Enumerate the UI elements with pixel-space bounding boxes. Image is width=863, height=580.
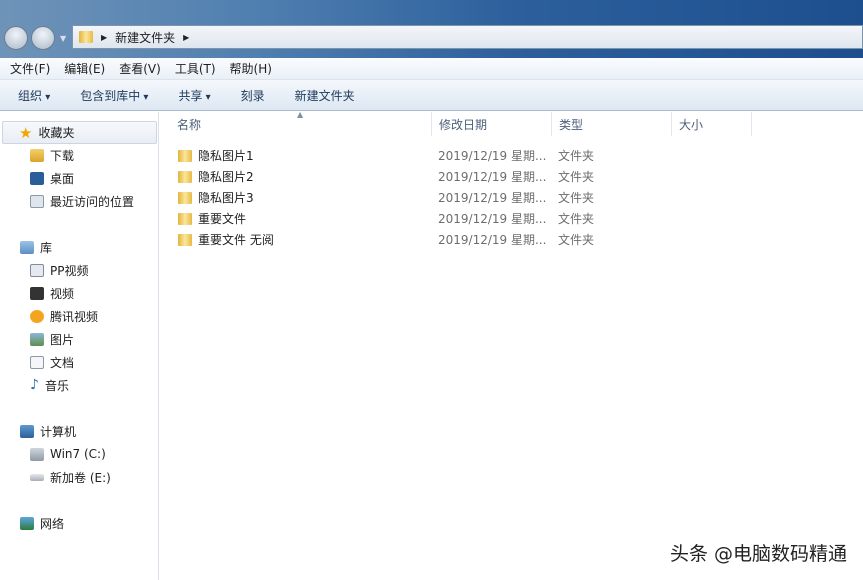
sidebar-item-video[interactable]: 视频 [30, 283, 74, 303]
forward-button[interactable] [31, 26, 55, 50]
file-row[interactable]: 重要文件 无阅 2019/12/19 星期... 文件夹 [160, 229, 610, 250]
recent-icon [30, 194, 44, 208]
file-row[interactable]: 重要文件 2019/12/19 星期... 文件夹 [160, 208, 610, 229]
sidebar-favorites[interactable]: ★ 收藏夹 [2, 121, 157, 144]
file-list: ▲ 名称 修改日期 类型 大小 隐私图片1 2019/12/19 星期... 文件夹… [160, 110, 863, 580]
share-button[interactable]: 共享 [178, 87, 210, 104]
drive-icon [30, 447, 44, 461]
column-header-name[interactable]: 名称 [170, 112, 432, 136]
sidebar-item-downloads[interactable]: 下载 [30, 145, 74, 165]
menu-view[interactable]: 查看(V) [119, 60, 161, 77]
folder-icon [178, 233, 192, 246]
burn-button[interactable]: 刻录 [241, 87, 265, 104]
sidebar-network[interactable]: 网络 [20, 513, 64, 533]
folder-icon [178, 149, 192, 162]
menu-file[interactable]: 文件(F) [10, 60, 50, 77]
column-header-size[interactable]: 大小 [672, 112, 752, 136]
organize-button[interactable]: 组织 [18, 87, 50, 104]
new-folder-button[interactable]: 新建文件夹 [295, 87, 355, 104]
library-icon [20, 240, 34, 254]
sidebar-item-music[interactable]: ♪ 音乐 [30, 375, 69, 395]
folder-icon [79, 31, 93, 43]
include-in-library-button[interactable]: 包含到库中 [80, 87, 148, 104]
picture-icon [30, 332, 44, 346]
sidebar-item-pictures[interactable]: 图片 [30, 329, 74, 349]
computer-icon [20, 424, 34, 438]
sidebar-computer[interactable]: 计算机 [20, 421, 76, 441]
menu-tools[interactable]: 工具(T) [175, 60, 216, 77]
network-icon [20, 516, 34, 530]
file-row[interactable]: 隐私图片2 2019/12/19 星期... 文件夹 [160, 166, 610, 187]
folder-icon [178, 191, 192, 204]
sidebar-item-drive-e[interactable]: 新加卷 (E:) [30, 467, 111, 487]
sidebar-item-recent[interactable]: 最近访问的位置 [30, 191, 134, 211]
sidebar-item-pp-video[interactable]: PP视频 [30, 260, 88, 280]
download-icon [30, 148, 44, 162]
file-row[interactable]: 隐私图片1 2019/12/19 星期... 文件夹 [160, 145, 610, 166]
video-icon [30, 263, 44, 277]
folder-icon [178, 212, 192, 225]
title-bar: ▼ ▶ 新建文件夹 ▶ [0, 0, 863, 58]
menu-help[interactable]: 帮助(H) [230, 60, 272, 77]
file-row[interactable]: 隐私图片3 2019/12/19 星期... 文件夹 [160, 187, 610, 208]
sidebar-item-drive-c[interactable]: Win7 (C:) [30, 444, 106, 464]
drive-icon [30, 473, 44, 481]
star-icon: ★ [19, 123, 33, 142]
breadcrumb-arrow-icon[interactable]: ▶ [101, 33, 107, 42]
navigation-pane: ★ 收藏夹 下载 桌面 最近访问的位置 库 PP视频 视频 腾讯视频 图片 文档 … [0, 112, 159, 580]
sidebar-libraries[interactable]: 库 [20, 237, 52, 257]
address-bar[interactable]: ▶ 新建文件夹 ▶ [72, 25, 863, 49]
music-icon: ♪ [30, 377, 39, 393]
watermark: 头条 @电脑数码精通 [669, 543, 847, 565]
sidebar-item-desktop[interactable]: 桌面 [30, 168, 74, 188]
sidebar-item-tencent-video[interactable]: 腾讯视频 [30, 306, 98, 326]
recent-pages-dropdown[interactable]: ▼ [60, 34, 66, 43]
command-bar: 组织 包含到库中 共享 刻录 新建文件夹 [0, 80, 863, 111]
folder-icon [178, 170, 192, 183]
tencent-video-icon [30, 309, 44, 323]
sidebar-item-documents[interactable]: 文档 [30, 352, 74, 372]
desktop-icon [30, 171, 44, 185]
column-header-type[interactable]: 类型 [552, 112, 672, 136]
breadcrumb-arrow-icon[interactable]: ▶ [183, 33, 189, 42]
film-icon [30, 286, 44, 300]
back-button[interactable] [4, 26, 28, 50]
column-header-date[interactable]: 修改日期 [432, 112, 552, 136]
breadcrumb-item[interactable]: 新建文件夹 [115, 29, 175, 46]
menu-bar: 文件(F) 编辑(E) 查看(V) 工具(T) 帮助(H) [0, 58, 863, 80]
document-icon [30, 355, 44, 369]
menu-edit[interactable]: 编辑(E) [64, 60, 105, 77]
